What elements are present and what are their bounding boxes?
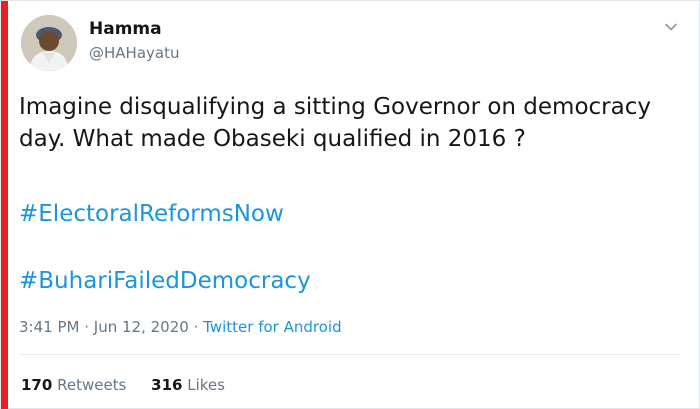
red-edge-bar — [1, 1, 8, 409]
retweets-count: 170 — [21, 376, 53, 394]
likes-count: 316 — [151, 376, 183, 394]
likes-stat[interactable]: 316 Likes — [151, 375, 225, 395]
meta-separator: · — [193, 318, 199, 336]
likes-label: Likes — [187, 376, 225, 394]
chevron-down-icon[interactable] — [663, 19, 679, 35]
avatar-picture — [21, 15, 77, 71]
tweet-card: Hamma @HAHayatu Imagine disqualifying a … — [0, 0, 700, 409]
avatar[interactable] — [21, 15, 77, 71]
meta-separator: · — [84, 318, 90, 336]
retweets-label: Retweets — [57, 376, 127, 394]
hashtag-link[interactable]: #BuhariFailedDemocracy — [19, 265, 311, 297]
author-name[interactable]: Hamma — [89, 19, 162, 39]
divider — [19, 354, 681, 355]
tweet-meta: 3:41 PM · Jun 12, 2020 · Twitter for And… — [19, 317, 342, 337]
tweet-time[interactable]: 3:41 PM — [19, 318, 79, 336]
retweets-stat[interactable]: 170 Retweets — [21, 375, 126, 395]
tweet-stats: 170 Retweets 316 Likes — [21, 375, 245, 395]
hashtag-link[interactable]: #ElectoralReformsNow — [19, 198, 284, 230]
tweet-source-link[interactable]: Twitter for Android — [203, 318, 341, 336]
tweet-date[interactable]: Jun 12, 2020 — [94, 318, 189, 336]
tweet-text: Imagine disqualifying a sitting Governor… — [19, 94, 651, 152]
author-handle[interactable]: @HAHayatu — [89, 43, 179, 63]
